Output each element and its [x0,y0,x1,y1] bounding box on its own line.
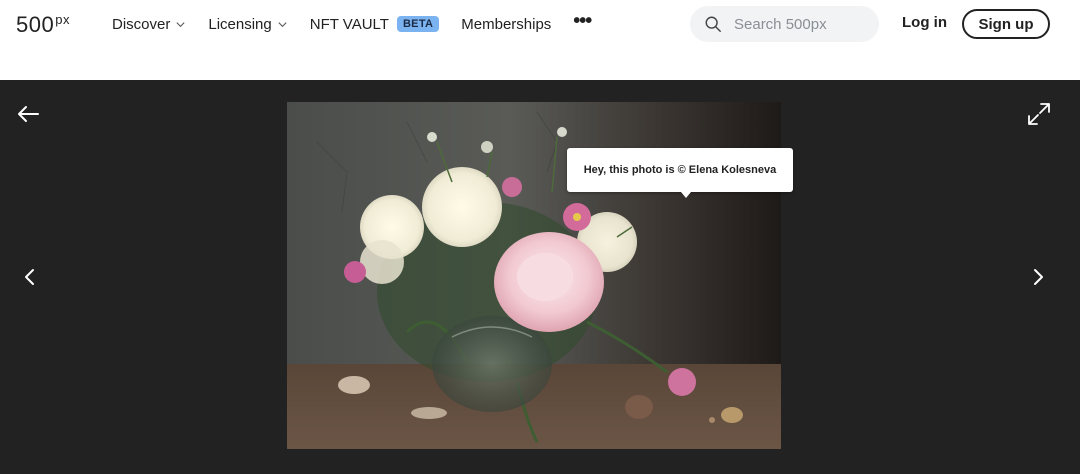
expand-icon[interactable] [1027,102,1051,126]
nav-memberships[interactable]: Memberships [461,16,551,33]
chevron-down-icon [278,21,287,27]
copyright-tooltip: Hey, this photo is © Elena Kolesneva [567,148,793,198]
login-link[interactable]: Log in [902,14,947,31]
nav-licensing-label: Licensing [208,15,272,33]
more-menu-button[interactable]: ••• [573,9,592,33]
search-input[interactable] [734,15,864,33]
nav-nft-vault-label: NFT VAULT [309,15,389,33]
chevron-left-icon[interactable] [22,267,36,287]
signup-button[interactable]: Sign up [962,9,1050,39]
nav-memberships-label: Memberships [461,15,552,33]
chevron-right-icon[interactable] [1032,267,1046,287]
brand-logo[interactable]: 500px [16,12,70,38]
search-icon [705,16,721,32]
beta-badge: BETA [396,16,440,32]
photo-viewer: Hey, this photo is © Elena Kolesneva [0,80,1080,474]
nav-discover[interactable]: Discover [112,16,186,33]
chevron-down-icon [176,21,185,27]
nav-licensing[interactable]: Licensing [208,16,287,33]
nav-nft-vault[interactable]: NFT VAULT BETA [310,16,440,33]
logo-text: 500 [16,12,55,37]
search-bar[interactable] [690,6,879,42]
logo-superscript: px [55,12,70,27]
main-nav: Discover Licensing NFT VAULT BETA Member… [112,0,613,48]
top-navigation-bar: 500px Discover Licensing NFT VAULT BETA … [0,0,1080,48]
nav-discover-label: Discover [112,15,171,33]
arrow-left-icon[interactable] [16,104,40,124]
more-dots-icon: ••• [573,9,592,32]
